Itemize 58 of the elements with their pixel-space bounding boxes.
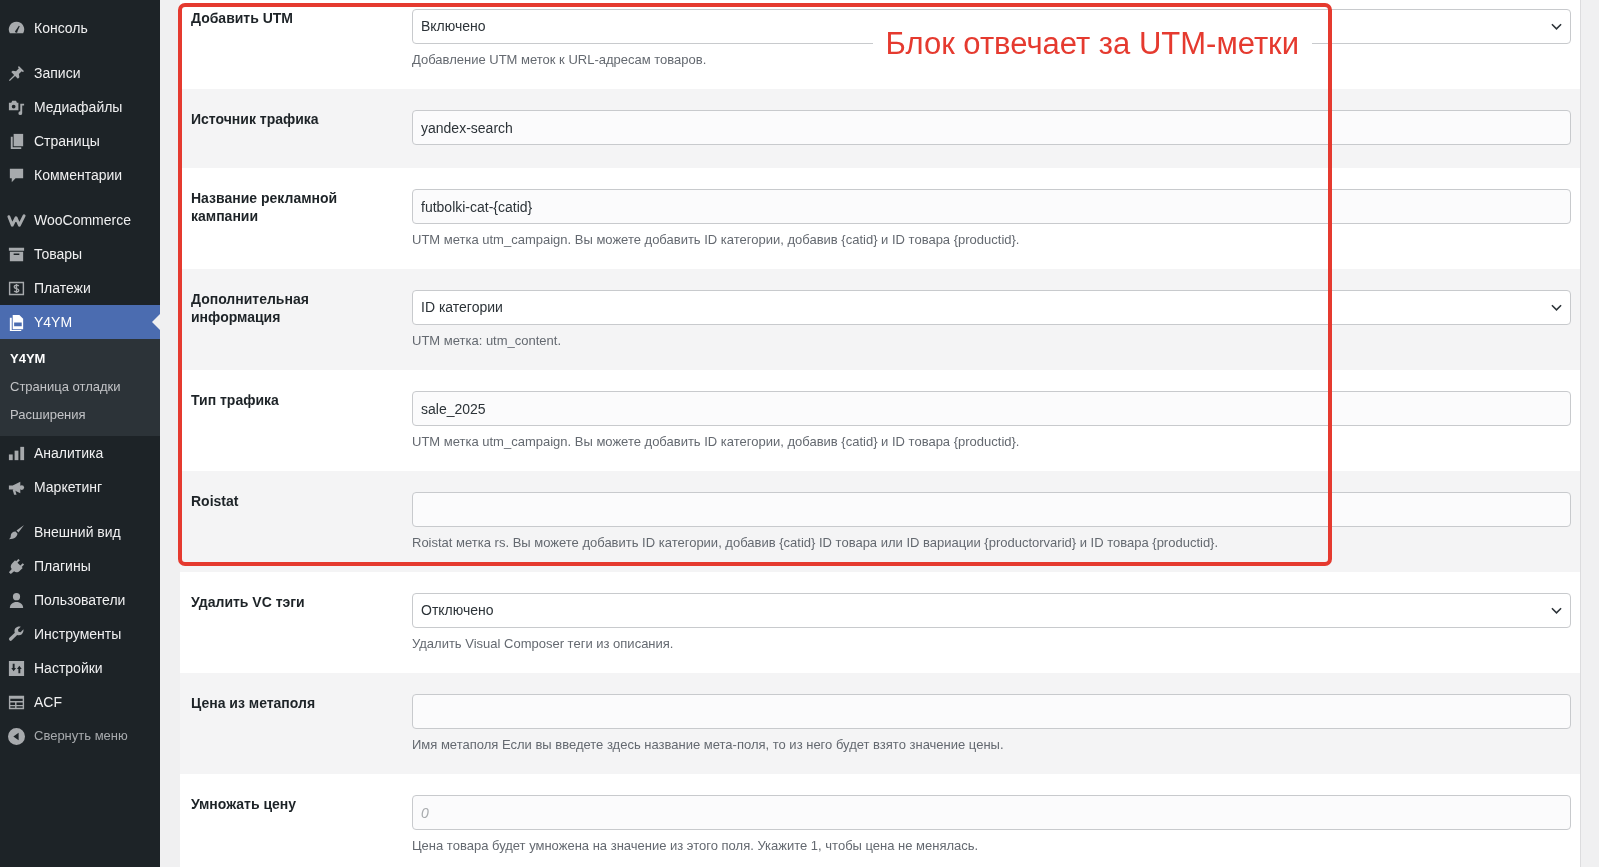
sliders-icon (7, 658, 26, 678)
submenu-item[interactable]: Y4YM (0, 345, 46, 373)
field-description: UTM метка utm_campaign. Вы можете добавить ID категории, добавив {catid} и ID товара {productid}. (412, 231, 1021, 249)
field-label: Roistat (191, 492, 240, 511)
pin-icon (7, 63, 26, 83)
collapse-menu-button[interactable]: Свернуть меню (0, 719, 160, 753)
pointer-icon (152, 314, 160, 330)
sidebar-item[interactable]: Страницы (0, 124, 160, 158)
sidebar-item[interactable]: Внешний вид (0, 515, 160, 549)
field-label: Название рекламной кампании (191, 189, 339, 226)
sidebar-item[interactable]: Медиафайлы (0, 90, 160, 124)
field-description: Удалить Visual Composer теги из описания. (412, 635, 675, 653)
field-label: Дополнительная информация (191, 290, 310, 327)
field-description: Цена товара будет умножена на значение из этого поля. Укажите 1, чтобы цена не менялась. (412, 837, 980, 855)
sidebar-item[interactable]: WooCommerce (0, 203, 160, 237)
select-field[interactable]: ID категории (412, 290, 1571, 325)
sidebar-item[interactable]: Y4YM (0, 305, 160, 339)
field-description: Имя метаполя Если вы введете здесь название мета-поля, то из него будет взято значение цены. (412, 736, 1005, 754)
sidebar-item[interactable]: Маркетинг (0, 470, 160, 504)
field-label: Источник трафика (191, 110, 320, 129)
sidebar-item[interactable]: Товары (0, 237, 160, 271)
sidebar-item[interactable]: Инструменты (0, 617, 160, 651)
sidebar-item[interactable]: Записи (0, 56, 160, 90)
field-description: Добавление UTM меток к URL-адресам товаров. (412, 51, 708, 69)
sidebar-item[interactable]: Настройки (0, 651, 160, 685)
chevron-down-icon (1551, 607, 1562, 614)
plug-icon (7, 556, 26, 576)
chevron-down-icon (1551, 304, 1562, 311)
text-field[interactable] (412, 492, 1571, 527)
select-field[interactable]: Отключено (412, 593, 1571, 628)
field-description: UTM метка utm_campaign. Вы можете добавить ID категории, добавив {catid} и ID товара {productid}. (412, 433, 1021, 451)
sidebar-item[interactable]: Консоль (0, 11, 160, 45)
wrench-icon (7, 624, 26, 644)
user-icon (7, 590, 26, 610)
field-label: Цена из метаполя (191, 694, 317, 713)
field-label: Добавить UTM (191, 9, 295, 28)
circle-arrow-icon (7, 727, 26, 745)
brush-icon (7, 522, 26, 542)
field-description: Roistat метка rs. Вы можете добавить ID категории, добавив {catid} ID товара или ID вариации {productorvarid} и ID товара {productid}. (412, 534, 1220, 552)
chevron-down-icon (1551, 23, 1562, 30)
sidebar-item[interactable]: Аналитика (0, 436, 160, 470)
submenu-item[interactable]: Расширения (0, 401, 86, 429)
field-label: Умножать цену (191, 795, 298, 814)
field-description: UTM метка: utm_content. (412, 332, 563, 350)
submenu-item[interactable]: Страница отладки (0, 373, 121, 401)
text-field[interactable] (412, 694, 1571, 729)
text-field[interactable]: yandex-search (412, 110, 1571, 145)
text-field[interactable]: futbolki-cat-{catid} (412, 189, 1571, 224)
field-label: Удалить VC тэги (191, 593, 306, 612)
field-label: Тип трафика (191, 391, 280, 410)
document-icon (7, 312, 26, 332)
sidebar-item[interactable]: Комментарии (0, 158, 160, 192)
sidebar-item[interactable]: Платежи (0, 271, 160, 305)
text-field[interactable]: 0 (412, 795, 1571, 830)
sidebar-item[interactable]: ACF (0, 685, 160, 719)
text-field[interactable]: sale_2025 (412, 391, 1571, 426)
sidebar-item[interactable]: Пользователи (0, 583, 160, 617)
sidebar-item[interactable]: Плагины (0, 549, 160, 583)
